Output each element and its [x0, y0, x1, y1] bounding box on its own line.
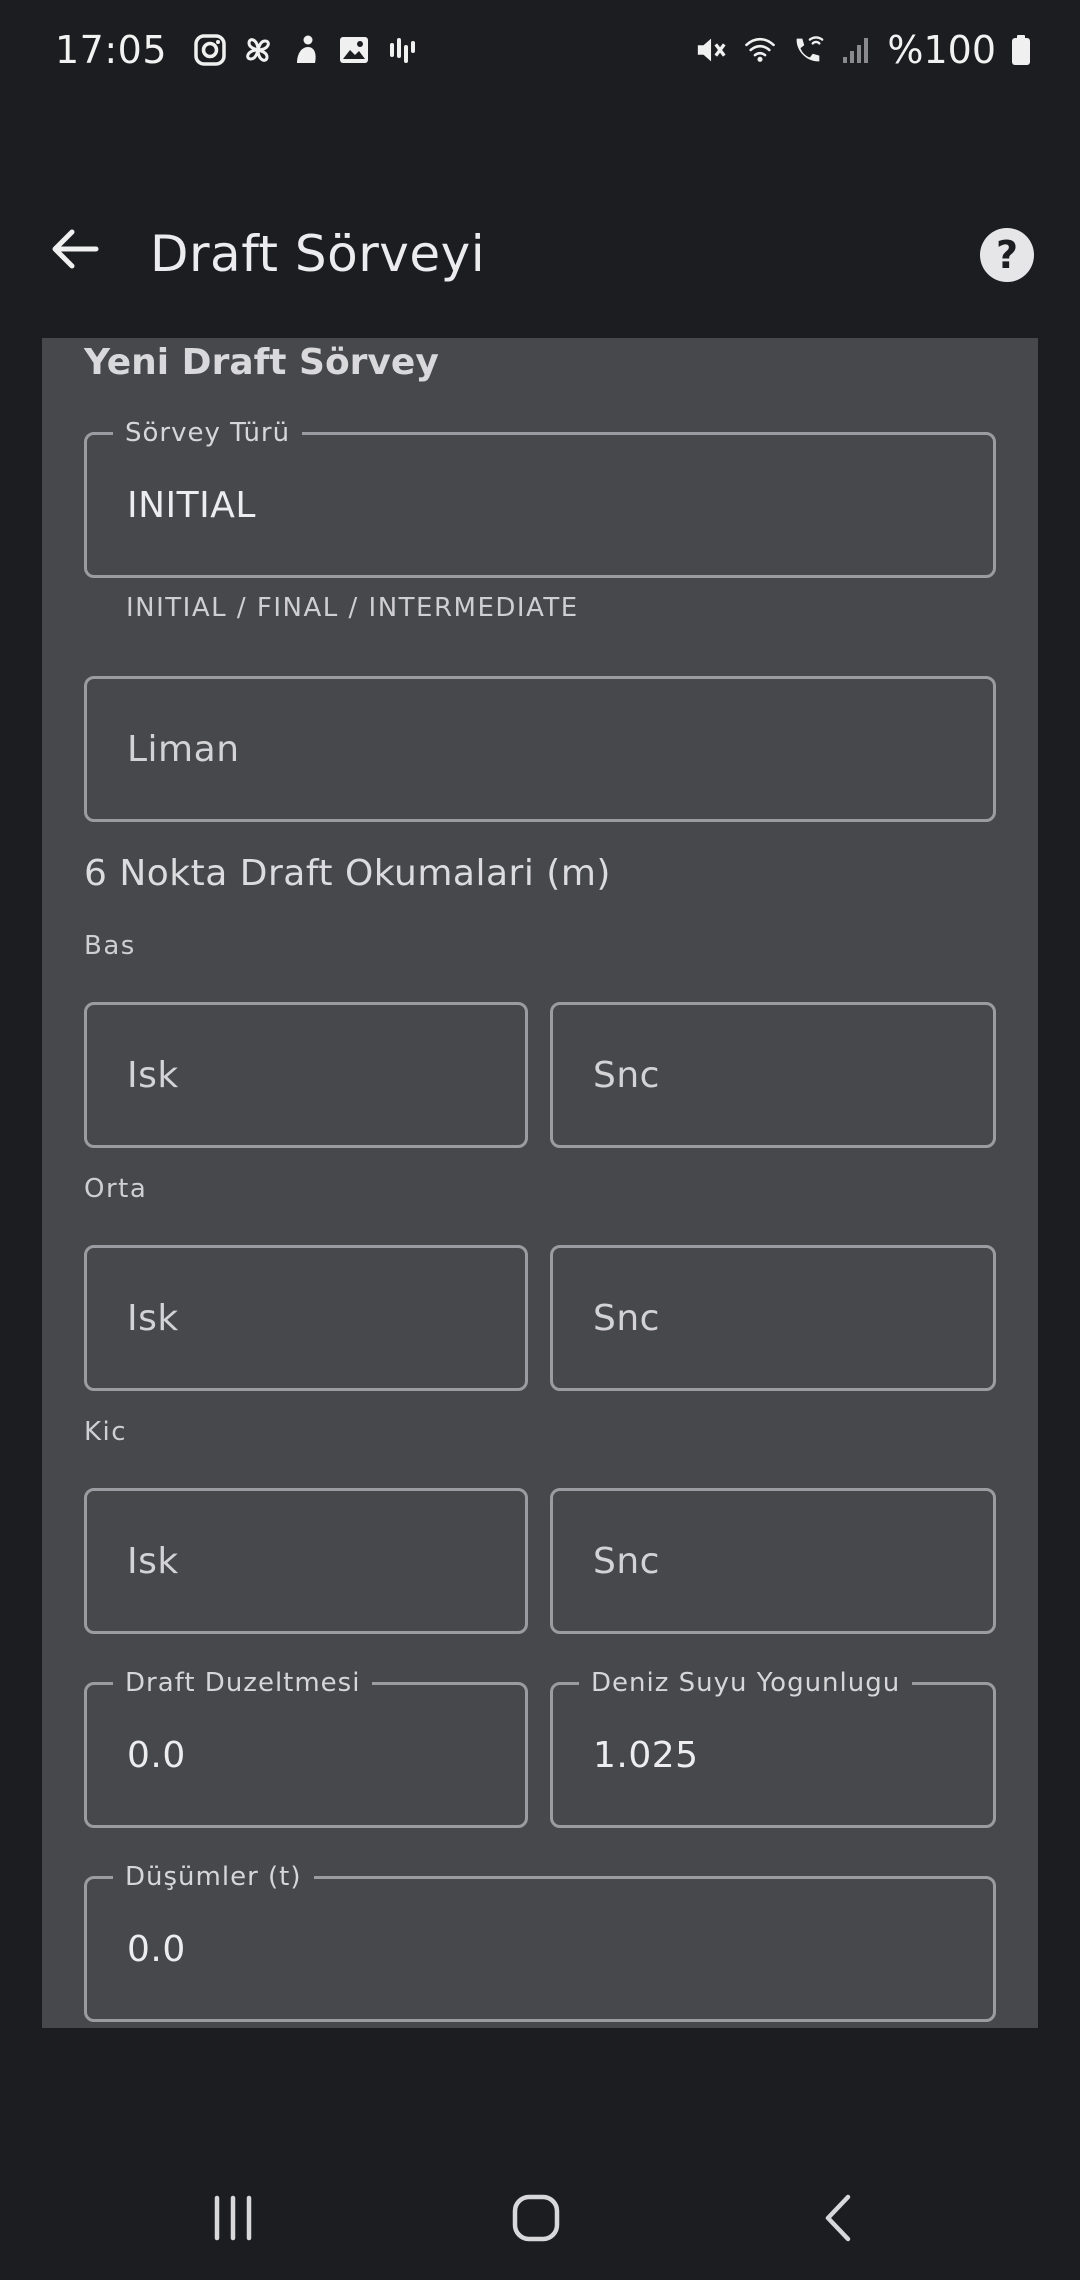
seawater-density-value: 1.025 — [593, 1734, 699, 1776]
survey-type-value: INITIAL — [127, 484, 256, 526]
deductions-field[interactable]: Düşümler (t) 0.0 — [84, 1862, 996, 2022]
home-button[interactable] — [476, 2160, 596, 2280]
mute-icon — [695, 33, 729, 67]
bas-port-field[interactable]: Isk — [84, 1002, 528, 1148]
orta-port-placeholder: Isk — [127, 1297, 179, 1339]
draft-readings-title: 6 Nokta Draft Okumalari (m) — [84, 853, 611, 894]
seawater-density-field[interactable]: Deniz Suyu Yogunlugu 1.025 — [550, 1668, 996, 1828]
help-circle-icon: ? — [995, 233, 1019, 277]
draft-correction-value: 0.0 — [127, 1734, 186, 1776]
status-time: 17:05 — [55, 28, 168, 72]
kic-port-placeholder: Isk — [127, 1540, 179, 1582]
help-button[interactable]: ? — [980, 228, 1034, 282]
system-nav-bar — [0, 2160, 1080, 2280]
page-title: Draft Sörveyi — [150, 225, 486, 283]
image-icon — [337, 33, 371, 67]
status-bar: 17:05 %100 — [0, 0, 1080, 100]
pinwheel-icon — [241, 33, 275, 67]
bas-starboard-placeholder: Snc — [593, 1054, 660, 1096]
recent-apps-button[interactable] — [173, 2160, 293, 2280]
survey-type-field[interactable]: Sörvey Türü INITIAL — [84, 418, 996, 578]
form-title: Yeni Draft Sörvey — [84, 342, 439, 383]
group-label-bas: Bas — [84, 931, 136, 961]
group-label-orta: Orta — [84, 1174, 148, 1204]
app-bar: Draft Sörveyi — [0, 190, 1080, 320]
orta-starboard-field[interactable]: Snc — [550, 1245, 996, 1391]
wifi-call-icon — [791, 33, 825, 67]
battery-icon — [1010, 33, 1032, 67]
equalizer-icon — [385, 33, 419, 67]
deductions-value: 0.0 — [127, 1928, 186, 1970]
survey-type-helper: INITIAL / FINAL / INTERMEDIATE — [126, 593, 579, 623]
orta-port-field[interactable]: Isk — [84, 1245, 528, 1391]
kic-port-field[interactable]: Isk — [84, 1488, 528, 1634]
recent-apps-icon — [209, 2194, 257, 2246]
signal-icon — [839, 33, 873, 67]
status-left: 17:05 — [55, 28, 419, 72]
battery-percent: %100 — [887, 28, 996, 72]
arrow-left-icon — [50, 227, 100, 275]
port-field[interactable]: Liman — [84, 676, 996, 822]
wifi-icon — [743, 33, 777, 67]
person-icon — [289, 33, 323, 67]
back-button[interactable] — [46, 222, 104, 280]
bas-port-placeholder: Isk — [127, 1054, 179, 1096]
draft-correction-field[interactable]: Draft Duzeltmesi 0.0 — [84, 1668, 528, 1828]
status-right: %100 — [695, 28, 1032, 72]
port-placeholder: Liman — [127, 728, 240, 770]
back-nav-button[interactable] — [778, 2160, 898, 2280]
chevron-left-icon — [818, 2193, 858, 2247]
survey-form-card: Yeni Draft Sörvey Sörvey Türü INITIAL IN… — [42, 338, 1038, 2028]
orta-starboard-placeholder: Snc — [593, 1297, 660, 1339]
kic-starboard-placeholder: Snc — [593, 1540, 660, 1582]
kic-starboard-field[interactable]: Snc — [550, 1488, 996, 1634]
bas-starboard-field[interactable]: Snc — [550, 1002, 996, 1148]
home-icon — [511, 2193, 561, 2247]
instagram-icon — [193, 33, 227, 67]
group-label-kic: Kic — [84, 1417, 128, 1447]
